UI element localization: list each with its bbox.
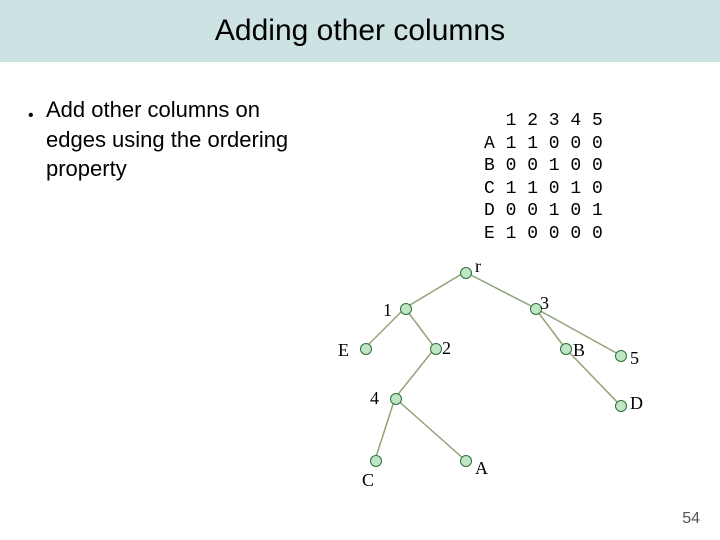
tree-node	[430, 343, 442, 355]
tree-label: 4	[370, 388, 379, 409]
tree-node	[370, 455, 382, 467]
page-number: 54	[682, 510, 700, 528]
tree-node	[390, 393, 402, 405]
tree-node	[615, 400, 627, 412]
bullet-dot-icon: •	[28, 105, 34, 127]
tree-label: 1	[383, 300, 392, 321]
tree-label: 2	[442, 338, 451, 359]
adjacency-matrix: 1 2 3 4 5 A 1 1 0 0 0 B 0 0 1 0 0 C 1 1 …	[484, 110, 603, 245]
tree-diagram: r 1 3 E 2 B 5 4 D C A	[320, 260, 700, 520]
tree-label: A	[475, 458, 488, 479]
page-title: Adding other columns	[215, 14, 505, 48]
tree-label: E	[338, 340, 349, 361]
bullet-text: Add other columns on edges using the ord…	[46, 97, 288, 181]
title-band: Adding other columns	[0, 0, 720, 62]
bullet-item: • Add other columns on edges using the o…	[46, 95, 306, 184]
tree-node	[400, 303, 412, 315]
tree-node	[360, 343, 372, 355]
tree-node	[560, 343, 572, 355]
tree-node	[460, 455, 472, 467]
tree-label: D	[630, 393, 643, 414]
tree-label: B	[573, 340, 585, 361]
tree-node	[460, 267, 472, 279]
tree-label: 3	[540, 293, 549, 314]
tree-label-root: r	[475, 256, 481, 277]
tree-label: C	[362, 470, 374, 491]
tree-label: 5	[630, 348, 639, 369]
tree-node	[615, 350, 627, 362]
